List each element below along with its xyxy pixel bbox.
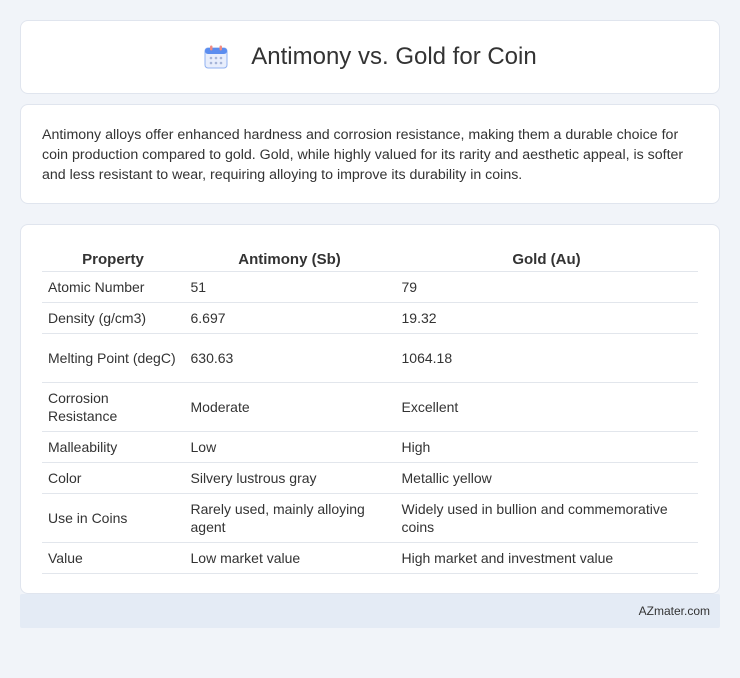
page: Antimony vs. Gold for Coin Antimony allo… [0,0,740,678]
summary-text: Antimony alloys offer enhanced hardness … [42,127,684,183]
row-property: Melting Point (degC) [42,333,184,383]
row-antimony-value: Low market value [183,542,395,574]
table-header-row: Property Antimony (Sb) Gold (Au) [42,245,698,272]
row-antimony-value: 630.63 [183,333,395,383]
table-row: Use in Coins Rarely used, mainly alloyin… [42,493,698,543]
table-row: Density (g/cm3) 6.697 19.32 [42,302,698,334]
row-antimony-value: Low [183,431,395,463]
table-row: Corrosion Resistance Moderate Excellent [42,382,698,432]
row-antimony-value: Moderate [183,382,395,432]
table-row: Atomic Number 51 79 [42,271,698,303]
row-antimony-value: 51 [183,271,395,303]
comparison-table: Property Antimony (Sb) Gold (Au) Atomic … [42,245,698,574]
row-property: Color [42,462,184,494]
header-gold: Gold (Au) [395,245,698,272]
row-antimony-value: Rarely used, mainly alloying agent [183,493,395,543]
footer-brand: AZmater.com [638,604,710,618]
row-property: Atomic Number [42,271,184,303]
row-property: Use in Coins [42,493,184,543]
table-row: Value Low market value High market and i… [42,542,698,574]
calendar-icon [203,44,229,70]
row-gold-value: High [394,431,698,463]
row-antimony-value: 6.697 [183,302,395,334]
row-gold-value: Widely used in bullion and commemorative… [394,493,698,543]
page-title: Antimony vs. Gold for Coin [251,43,537,70]
header-antimony: Antimony (Sb) [184,245,395,272]
row-gold-value: Metallic yellow [394,462,698,494]
row-property: Value [42,542,184,574]
title-card: Antimony vs. Gold for Coin [20,20,720,94]
table-row: Color Silvery lustrous gray Metallic yel… [42,462,698,494]
table-row: Melting Point (degC) 630.63 1064.18 [42,333,698,383]
row-gold-value: 1064.18 [394,333,698,383]
comparison-table-card: Property Antimony (Sb) Gold (Au) Atomic … [20,224,720,594]
row-antimony-value: Silvery lustrous gray [183,462,395,494]
summary-card: Antimony alloys offer enhanced hardness … [20,104,720,204]
row-gold-value: 19.32 [394,302,698,334]
row-gold-value: High market and investment value [394,542,698,574]
row-gold-value: 79 [394,271,698,303]
row-property: Density (g/cm3) [42,302,184,334]
table-row: Malleability Low High [42,431,698,463]
footer: AZmater.com [20,594,720,628]
header-property: Property [42,245,184,272]
row-property: Malleability [42,431,184,463]
row-gold-value: Excellent [394,382,698,432]
row-property: Corrosion Resistance [42,382,184,432]
